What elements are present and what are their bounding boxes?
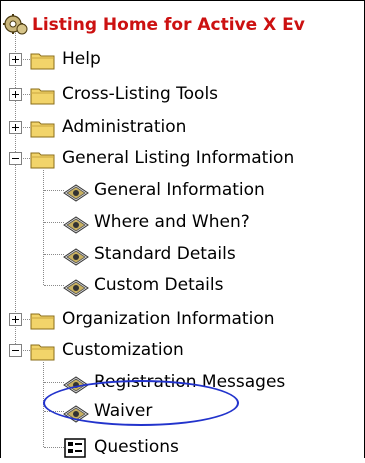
expand-icon[interactable] <box>9 53 22 66</box>
folder-icon <box>30 152 55 169</box>
tree-leaf-general-information[interactable]: General Information <box>0 176 365 206</box>
form-icon <box>64 438 86 458</box>
tree-root[interactable]: Listing Home for Active X Ev <box>0 14 365 44</box>
page-gear-icon <box>63 184 89 202</box>
tree-leaf-label: Questions <box>94 437 179 457</box>
tree-item-label: Customization <box>62 340 184 360</box>
tree-title: Listing Home for Active X Ev <box>32 15 305 35</box>
page-gear-icon <box>63 216 89 234</box>
gear-globe-icon <box>3 14 28 35</box>
tree-item-label: General Listing Information <box>62 148 295 168</box>
tree-item-cross-listing-tools[interactable]: Cross-Listing Tools <box>0 80 365 110</box>
tree-leaf-label: General Information <box>94 180 265 200</box>
tree-leaf-label: Where and When? <box>94 212 250 232</box>
tree-item-general-listing-information[interactable]: General Listing Information <box>0 144 365 174</box>
highlight-ellipse <box>43 380 239 426</box>
page-gear-icon <box>63 248 89 266</box>
folder-icon <box>30 53 55 70</box>
tree-item-label: Administration <box>62 117 187 137</box>
tree-item-organization-information[interactable]: Organization Information <box>0 305 365 335</box>
tree-item-customization[interactable]: Customization <box>0 336 365 366</box>
expand-icon[interactable] <box>9 121 22 134</box>
tree-item-label: Help <box>62 49 101 69</box>
tree-item-label: Cross-Listing Tools <box>62 84 219 104</box>
expand-icon[interactable] <box>9 88 22 101</box>
tree-item-label: Organization Information <box>62 309 275 329</box>
collapse-icon[interactable] <box>9 344 22 357</box>
listing-tree: Listing Home for Active X Ev Help Cross-… <box>0 0 365 459</box>
tree-item-help[interactable]: Help <box>0 45 365 75</box>
folder-icon <box>30 88 55 105</box>
tree-leaf-custom-details[interactable]: Custom Details <box>0 271 365 301</box>
tree-item-administration[interactable]: Administration <box>0 113 365 143</box>
tree-leaf-standard-details[interactable]: Standard Details <box>0 240 365 270</box>
folder-icon <box>30 313 55 330</box>
expand-icon[interactable] <box>9 313 22 326</box>
tree-leaf-label: Standard Details <box>94 244 236 264</box>
tree-leaf-where-and-when[interactable]: Where and When? <box>0 208 365 238</box>
folder-icon <box>30 344 55 361</box>
collapse-icon[interactable] <box>9 152 22 165</box>
folder-icon <box>30 121 55 138</box>
tree-leaf-label: Custom Details <box>94 275 224 295</box>
page-gear-icon <box>63 279 89 297</box>
